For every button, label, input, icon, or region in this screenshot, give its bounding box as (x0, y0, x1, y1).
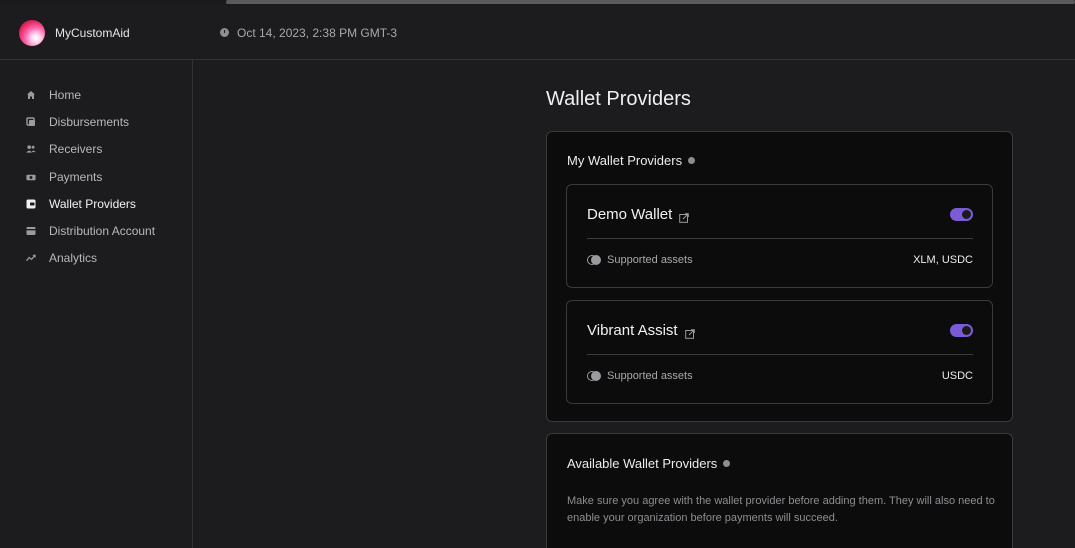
wallet-enabled-toggle[interactable] (950, 208, 973, 221)
coins-icon (587, 254, 603, 266)
sidebar-item-label: Distribution Account (49, 224, 156, 238)
receivers-icon (26, 144, 36, 154)
available-providers-description: Make sure you agree with the wallet prov… (567, 495, 995, 524)
info-icon[interactable] (688, 157, 696, 164)
supported-assets-value: USDC (941, 370, 973, 382)
horizontal-scrollbar[interactable] (226, 0, 1075, 4)
panel-title-text: My Wallet Providers (567, 153, 683, 168)
wallet-icon (26, 199, 36, 209)
supported-assets-row: Supported assets USDC (587, 368, 973, 384)
sidebar-item-label: Home (49, 88, 82, 102)
external-link-icon[interactable] (679, 210, 690, 223)
sidebar: Home Disbursements Receivers Payments Wa… (0, 60, 193, 548)
sidebar-item-label: Analytics (49, 251, 98, 265)
sidebar-item-analytics[interactable]: Analytics (0, 246, 193, 270)
sidebar-item-label: Disbursements (49, 115, 130, 129)
external-link-icon[interactable] (684, 326, 695, 339)
header-timestamp: Oct 14, 2023, 2:38 PM GMT-3 (237, 26, 398, 40)
sidebar-item-payments[interactable]: Payments (0, 165, 193, 189)
clock-icon (220, 28, 229, 37)
supported-assets-value: XLM, USDC (913, 254, 973, 266)
sidebar-item-disbursements[interactable]: Disbursements (0, 110, 193, 134)
wallet-enabled-toggle[interactable] (950, 324, 973, 337)
sidebar-item-wallet-providers[interactable]: Wallet Providers (0, 192, 193, 216)
wallet-name-text: Vibrant Assist (587, 322, 678, 339)
info-icon[interactable] (723, 460, 731, 467)
available-wallet-providers-panel: Available Wallet Providers Make sure you… (546, 433, 1013, 548)
card-divider (587, 354, 973, 355)
wallet-name-text: Demo Wallet (587, 206, 673, 223)
sidebar-item-label: Receivers (49, 142, 103, 156)
supported-assets-label: Supported assets (607, 370, 693, 382)
my-wallet-providers-title: My Wallet Providers (567, 153, 696, 168)
wallet-name: Demo Wallet (587, 206, 690, 223)
supported-assets-label: Supported assets (607, 254, 693, 266)
my-wallet-providers-panel: My Wallet Providers Demo Wallet Supporte… (546, 131, 1013, 422)
panel-title-text: Available Wallet Providers (567, 456, 718, 471)
coins-icon (587, 370, 603, 382)
wallet-card-vibrant-assist: Vibrant Assist Supported assets USDC (566, 300, 993, 404)
app-header: MyCustomAid Oct 14, 2023, 2:38 PM GMT-3 (0, 5, 1075, 60)
available-wallet-providers-title: Available Wallet Providers (567, 456, 731, 471)
distribution-account-icon (26, 226, 36, 236)
card-divider (587, 238, 973, 239)
wallet-card-demo-wallet: Demo Wallet Supported assets XLM, USDC (566, 184, 993, 288)
home-icon (26, 90, 36, 100)
sidebar-item-receivers[interactable]: Receivers (0, 137, 193, 161)
payments-icon (26, 172, 36, 182)
page-title: Wallet Providers (546, 88, 691, 110)
analytics-icon (26, 253, 36, 263)
app-name: MyCustomAid (55, 26, 130, 40)
main-content: Wallet Providers My Wallet Providers Dem… (194, 60, 1075, 548)
app-logo (19, 20, 45, 46)
sidebar-item-label: Payments (49, 170, 103, 184)
sidebar-item-label: Wallet Providers (49, 197, 136, 211)
disbursements-icon (26, 117, 36, 127)
sidebar-item-home[interactable]: Home (0, 83, 193, 107)
sidebar-item-distribution-account[interactable]: Distribution Account (0, 219, 193, 243)
supported-assets-row: Supported assets XLM, USDC (587, 252, 973, 268)
wallet-name: Vibrant Assist (587, 322, 695, 339)
